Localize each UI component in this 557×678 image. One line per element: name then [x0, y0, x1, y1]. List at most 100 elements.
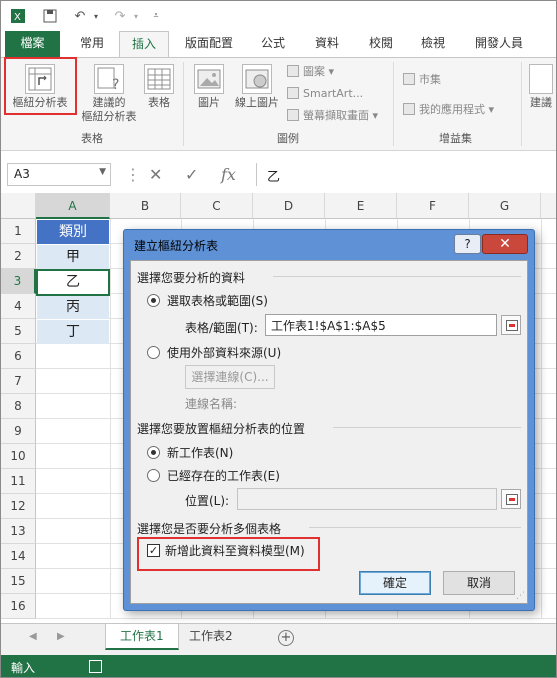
- active-cell-border: [36, 269, 110, 296]
- select-range-label[interactable]: 選取表格或範圍(S): [167, 292, 268, 309]
- row-header-9[interactable]: 9: [1, 419, 36, 444]
- radio-existing-worksheet[interactable]: [147, 469, 160, 482]
- range-collapse-icon[interactable]: [501, 315, 521, 335]
- tab-page-layout[interactable]: 版面配置: [177, 31, 241, 57]
- separator: [183, 62, 184, 146]
- tab-data[interactable]: 資料: [305, 31, 349, 57]
- row-header-1[interactable]: 1: [1, 219, 36, 244]
- col-header-e[interactable]: E: [325, 193, 397, 219]
- cancel-button[interactable]: 取消: [443, 571, 515, 595]
- picture-icon: [194, 64, 224, 94]
- recommended-charts-button[interactable]: 建議: [525, 64, 556, 110]
- sheet-tab-1[interactable]: 工作表1: [105, 624, 179, 650]
- svg-text:?: ?: [112, 77, 119, 93]
- screenshot-button[interactable]: 螢幕擷取畫面 ▾: [287, 108, 378, 124]
- cell-a2[interactable]: 甲: [37, 245, 109, 269]
- col-header-b[interactable]: B: [110, 193, 181, 219]
- select-all[interactable]: [1, 193, 36, 219]
- undo-dropdown-icon[interactable]: ▾: [87, 7, 105, 25]
- resize-grip-icon[interactable]: ⋰: [516, 591, 525, 601]
- chevron-down-icon[interactable]: ▼: [99, 167, 106, 177]
- row-header-2[interactable]: 2: [1, 244, 36, 269]
- tab-view[interactable]: 檢視: [411, 31, 455, 57]
- section-location-label: 選擇您要放置樞紐分析表的位置: [137, 422, 306, 436]
- existing-worksheet-label[interactable]: 已經存在的工作表(E): [167, 467, 280, 484]
- insert-function-icon[interactable]: fx: [221, 165, 236, 184]
- enter-icon[interactable]: ✓: [185, 165, 198, 184]
- col-header-g[interactable]: G: [469, 193, 541, 219]
- cell-a5[interactable]: 丁: [37, 320, 109, 344]
- row-header-3[interactable]: 3: [1, 269, 36, 294]
- shapes-button[interactable]: 圖案 ▾: [287, 64, 334, 80]
- next-sheet-icon[interactable]: ▶: [57, 631, 65, 642]
- screenshot-icon: [287, 109, 299, 121]
- cell-a4[interactable]: 丙: [37, 295, 109, 319]
- tab-review[interactable]: 校閱: [359, 31, 403, 57]
- store-label: 市集: [419, 73, 441, 86]
- tab-formulas[interactable]: 公式: [251, 31, 295, 57]
- close-button[interactable]: ✕: [482, 234, 528, 254]
- row-header-7[interactable]: 7: [1, 369, 36, 394]
- picture-button[interactable]: 圖片: [191, 64, 227, 110]
- row-header-12[interactable]: 12: [1, 494, 36, 519]
- add-sheet-icon[interactable]: +: [278, 630, 294, 646]
- location-input[interactable]: [237, 488, 497, 510]
- radio-external-source[interactable]: [147, 346, 160, 359]
- table-icon: [144, 64, 174, 94]
- formula-input[interactable]: 乙: [256, 163, 552, 186]
- radio-select-range[interactable]: [147, 294, 160, 307]
- range-input[interactable]: 工作表1!$A$1:$A$5: [265, 314, 497, 336]
- recommended-pivottable-button[interactable]: ? 建議的 樞紐分析表: [77, 64, 141, 124]
- customize-icon[interactable]: ⩡: [147, 7, 165, 25]
- redo-dropdown-icon[interactable]: ▾: [127, 7, 145, 25]
- ok-button[interactable]: 確定: [359, 571, 431, 595]
- col-header-h[interactable]: [541, 193, 556, 219]
- external-source-label[interactable]: 使用外部資料來源(U): [167, 344, 281, 361]
- recommended-pivottable-label-2: 樞紐分析表: [81, 110, 137, 123]
- row-header-11[interactable]: 11: [1, 469, 36, 494]
- sheet-tab-2[interactable]: 工作表2: [175, 624, 247, 650]
- choose-connection-button[interactable]: 選擇連線(C)...: [185, 365, 275, 389]
- row-header-14[interactable]: 14: [1, 544, 36, 569]
- online-picture-label: 線上圖片: [235, 96, 279, 109]
- row-gridline: [36, 618, 556, 619]
- radio-new-worksheet[interactable]: [147, 446, 160, 459]
- row-header-10[interactable]: 10: [1, 444, 36, 469]
- col-header-c[interactable]: C: [181, 193, 253, 219]
- smartart-button[interactable]: SmartArt...: [287, 86, 363, 102]
- prev-sheet-icon[interactable]: ◀: [29, 631, 37, 642]
- tab-home[interactable]: 常用: [67, 31, 117, 57]
- store-icon: [403, 73, 415, 85]
- col-gridline: [110, 219, 111, 619]
- row-header-4[interactable]: 4: [1, 294, 36, 319]
- new-worksheet-label[interactable]: 新工作表(N): [167, 444, 233, 461]
- col-header-a[interactable]: A: [36, 193, 110, 219]
- tab-file[interactable]: 檔案: [5, 31, 60, 57]
- row-header-5[interactable]: 5: [1, 319, 36, 344]
- row-header-13[interactable]: 13: [1, 519, 36, 544]
- macro-record-icon[interactable]: [89, 660, 102, 673]
- location-collapse-icon[interactable]: [501, 489, 521, 509]
- col-gridline: [541, 219, 542, 619]
- col-header-f[interactable]: F: [397, 193, 469, 219]
- row-header-15[interactable]: 15: [1, 569, 36, 594]
- store-button[interactable]: 市集: [403, 72, 441, 88]
- save-icon[interactable]: [41, 7, 59, 25]
- col-header-d[interactable]: D: [253, 193, 325, 219]
- online-picture-button[interactable]: 線上圖片: [231, 64, 283, 110]
- row-header-8[interactable]: 8: [1, 394, 36, 419]
- row-header-16[interactable]: 16: [1, 594, 36, 619]
- my-apps-button[interactable]: 我的應用程式 ▾: [403, 102, 494, 118]
- tab-developer[interactable]: 開發人員: [463, 31, 535, 57]
- help-button[interactable]: ?: [454, 234, 481, 254]
- row-header-6[interactable]: 6: [1, 344, 36, 369]
- cancel-icon[interactable]: ✕: [149, 165, 162, 184]
- table-button[interactable]: 表格: [141, 64, 177, 110]
- cell-a1[interactable]: 類別: [37, 220, 109, 244]
- name-box[interactable]: A3 ▼: [7, 163, 111, 186]
- shapes-label: 圖案: [303, 65, 325, 78]
- tab-insert[interactable]: 插入: [119, 31, 169, 58]
- ribbon-tabs: 檔案 常用 插入 版面配置 公式 資料 校閱 檢視 開發人員: [1, 31, 556, 58]
- recommended-charts-icon: [529, 64, 553, 94]
- my-apps-label: 我的應用程式: [419, 103, 485, 116]
